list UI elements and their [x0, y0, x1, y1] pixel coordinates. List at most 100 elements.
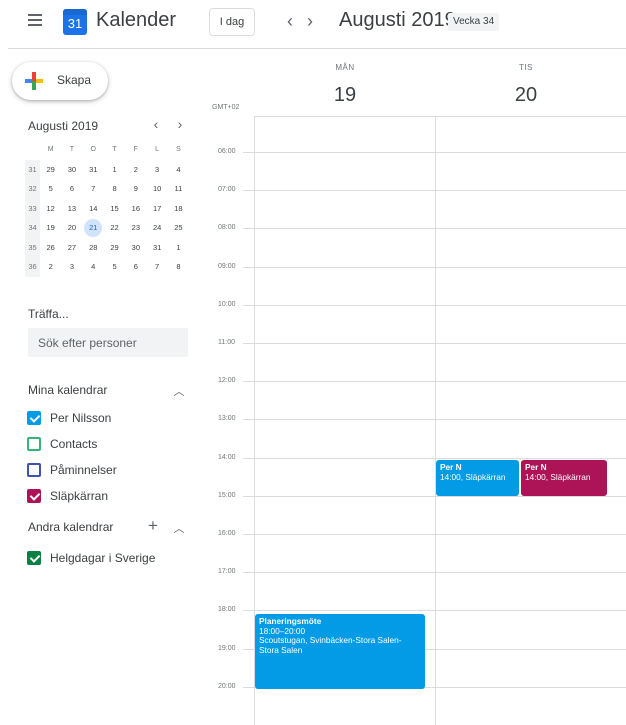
- mini-next-month-icon[interactable]: ›: [172, 116, 188, 132]
- mini-day[interactable]: 10: [146, 179, 167, 199]
- mini-day[interactable]: 5: [104, 257, 125, 277]
- mini-day[interactable]: 25: [168, 218, 189, 238]
- day-number[interactable]: 19: [255, 84, 435, 107]
- day-number[interactable]: 20: [436, 84, 616, 107]
- current-period-title: Augusti 2019: [339, 9, 456, 31]
- hour-label: 16:00: [218, 530, 236, 537]
- today-button[interactable]: I dag: [209, 8, 255, 36]
- mini-day[interactable]: 7: [146, 257, 167, 277]
- week-number[interactable]: 35: [25, 237, 40, 257]
- mini-day[interactable]: 2: [40, 257, 61, 277]
- calendar-label: Helgdagar i Sverige: [50, 551, 156, 565]
- hour-label: 10:00: [218, 300, 236, 308]
- chevron-left-icon[interactable]: ‹: [280, 10, 300, 32]
- hour-tick: [243, 610, 254, 612]
- mini-day[interactable]: 27: [61, 238, 82, 258]
- week-number[interactable]: 36: [25, 257, 40, 277]
- mini-day[interactable]: 31: [146, 238, 167, 258]
- mini-day[interactable]: 14: [83, 199, 104, 219]
- hour-tick: [243, 228, 254, 230]
- create-button-label: Skapa: [57, 73, 92, 87]
- week-number[interactable]: 33: [25, 198, 40, 218]
- hour-tick: [243, 190, 254, 192]
- calendar-label: Släpkärran: [50, 489, 109, 503]
- checkbox[interactable]: [27, 551, 41, 565]
- hour-tick: [243, 152, 254, 153]
- mini-day[interactable]: 21: [83, 218, 104, 238]
- hour-label: 11:00: [218, 339, 235, 346]
- mini-week-row: 31 29 30 31 1 2 3 4: [25, 159, 189, 180]
- mini-day[interactable]: 30: [125, 238, 146, 258]
- mini-week-row: 34 19 20 21 22 23 24 25: [25, 218, 189, 238]
- add-calendar-icon[interactable]: +: [145, 516, 161, 536]
- mini-day[interactable]: 16: [125, 199, 146, 219]
- day-header-monday[interactable]: MÅN 19: [255, 63, 435, 107]
- collapse-other-calendars-icon[interactable]: ︿: [171, 520, 187, 536]
- mini-day[interactable]: 9: [125, 179, 146, 199]
- mini-day[interactable]: 24: [146, 218, 167, 238]
- my-calendars-title: Mina kalendrar: [28, 383, 108, 397]
- mini-day[interactable]: 3: [146, 160, 167, 180]
- checkbox[interactable]: [27, 411, 41, 425]
- mini-day[interactable]: 1: [168, 238, 189, 258]
- hour-label: 18:00: [218, 606, 236, 614]
- hour-label: 09:00: [218, 262, 236, 270]
- event-per-n-monday[interactable]: Per N 14:00, Släpkärran: [436, 460, 519, 496]
- people-search-input[interactable]: [28, 328, 188, 357]
- mini-prev-month-icon[interactable]: ‹: [148, 116, 164, 132]
- mini-day[interactable]: 5: [40, 179, 61, 199]
- checkbox[interactable]: [27, 489, 41, 503]
- checkbox[interactable]: [27, 463, 41, 477]
- main-menu-icon[interactable]: [28, 14, 42, 26]
- mini-day[interactable]: 30: [61, 160, 82, 180]
- collapse-my-calendars-icon[interactable]: ︿: [171, 383, 187, 399]
- day-column-divider: [435, 116, 436, 725]
- mini-day[interactable]: 7: [83, 179, 104, 199]
- calendar-label: Contacts: [50, 437, 98, 451]
- mini-day[interactable]: 4: [168, 160, 189, 180]
- mini-day[interactable]: 29: [40, 160, 61, 180]
- mini-day[interactable]: 18: [168, 199, 189, 219]
- mini-day[interactable]: 1: [104, 160, 125, 180]
- day-header-tuesday[interactable]: TIS 20: [436, 63, 616, 107]
- event-per-n-slapkarran[interactable]: Per N 14:00, Släpkärran: [521, 460, 607, 496]
- checkbox[interactable]: [27, 437, 41, 451]
- event-planeringsmote[interactable]: Planeringsmöte 18:00–20:00 Scoutstugan, …: [255, 614, 425, 689]
- chevron-right-icon[interactable]: ›: [300, 10, 320, 32]
- mini-week-row: 35 26 27 28 29 30 31 1: [25, 237, 189, 258]
- mini-day[interactable]: 6: [61, 179, 82, 199]
- mini-day[interactable]: 19: [40, 218, 61, 238]
- mini-day[interactable]: 4: [83, 257, 104, 277]
- mini-day[interactable]: 22: [104, 218, 125, 238]
- mini-day[interactable]: 2: [125, 160, 146, 180]
- week-number[interactable]: 31: [25, 159, 40, 179]
- week-number-badge: Vecka 34: [448, 13, 500, 31]
- week-number[interactable]: 34: [25, 218, 40, 238]
- mini-day[interactable]: 28: [83, 238, 104, 258]
- mini-day[interactable]: 26: [40, 238, 61, 258]
- mini-day[interactable]: 11: [168, 179, 189, 199]
- mini-day[interactable]: 23: [125, 218, 146, 238]
- mini-day[interactable]: 13: [61, 199, 82, 219]
- plus-icon: [25, 72, 43, 90]
- mini-calendar-title: Augusti 2019: [28, 119, 99, 133]
- create-button[interactable]: Skapa: [12, 62, 108, 100]
- top-bar: 31 Kalender I dag ‹ › Augusti 2019 Vecka…: [0, 0, 626, 48]
- hour-tick: [243, 266, 254, 268]
- mini-calendar-grid: M T O T F L S 31 29 30 31 1 2 3 4 32 5 6 7 8 9 10 11 33 12 13 14 15…: [25, 140, 189, 277]
- mini-day[interactable]: 8: [168, 257, 189, 277]
- week-number[interactable]: 32: [25, 179, 40, 199]
- mini-day[interactable]: 29: [104, 238, 125, 258]
- mini-day[interactable]: 15: [104, 199, 125, 219]
- mini-day[interactable]: 3: [61, 257, 82, 277]
- mini-day[interactable]: 31: [83, 160, 104, 180]
- hour-line: [254, 381, 626, 383]
- weekday-header: L: [155, 146, 160, 153]
- event-detail: 14:00, Släpkärran: [440, 471, 506, 482]
- mini-day[interactable]: 8: [104, 179, 125, 199]
- mini-day[interactable]: 20: [61, 218, 82, 238]
- week-number-header: [25, 140, 40, 160]
- mini-day[interactable]: 12: [40, 199, 61, 219]
- mini-day[interactable]: 6: [125, 257, 146, 277]
- mini-day[interactable]: 17: [146, 199, 167, 219]
